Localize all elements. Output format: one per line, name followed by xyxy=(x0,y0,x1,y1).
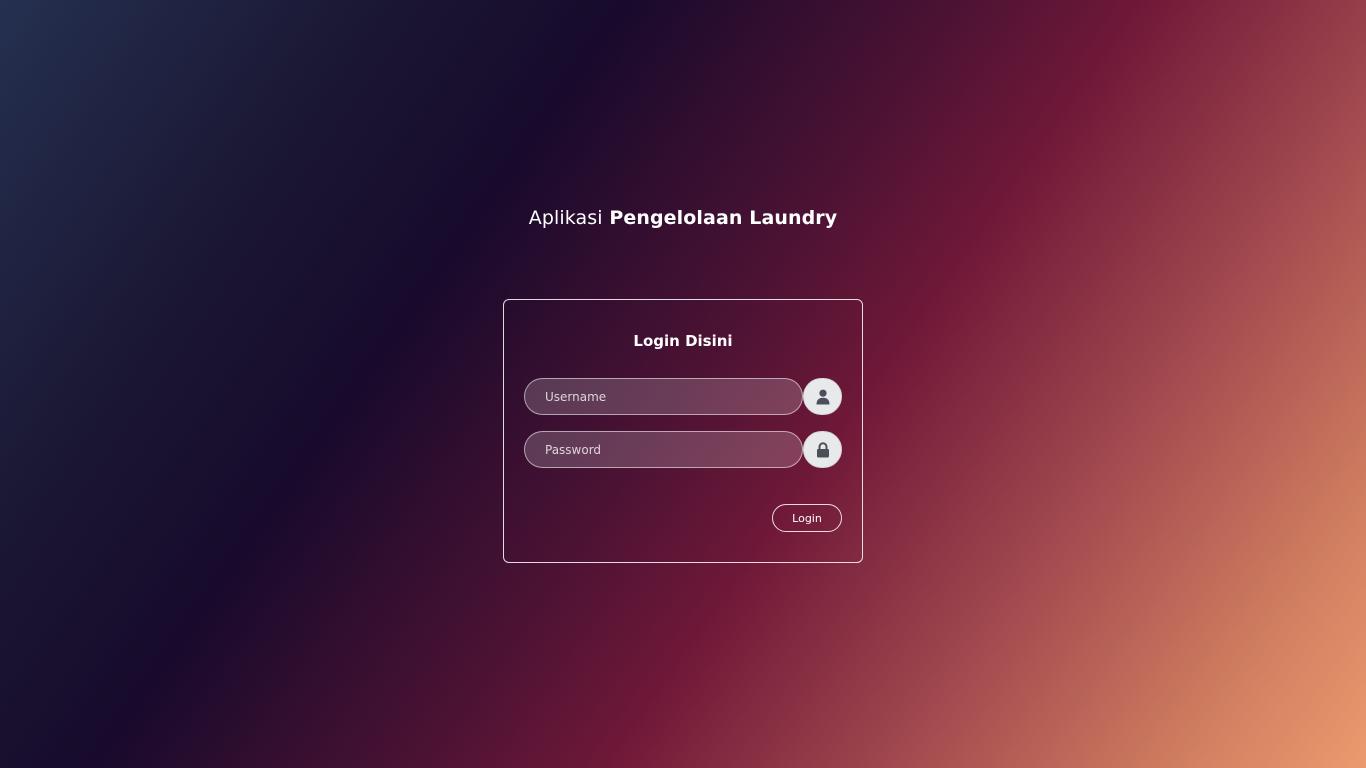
login-title-bold: Disini xyxy=(685,332,733,350)
lock-icon xyxy=(816,441,829,457)
app-title-bold: Pengelolaan Laundry xyxy=(609,207,838,229)
username-input[interactable] xyxy=(524,378,803,415)
password-addon xyxy=(803,431,842,468)
username-addon xyxy=(803,378,842,415)
login-title-light: Login xyxy=(633,332,680,350)
username-group xyxy=(524,378,842,415)
login-button[interactable]: Login xyxy=(772,504,842,532)
app-title-light: Aplikasi xyxy=(528,207,603,229)
login-card: Login Disini Login xyxy=(503,299,863,563)
login-card-title: Login Disini xyxy=(504,332,862,350)
password-input[interactable] xyxy=(524,431,803,468)
user-icon xyxy=(816,389,829,404)
password-group xyxy=(524,431,842,468)
app-title: Aplikasi Pengelolaan Laundry xyxy=(0,207,1366,229)
